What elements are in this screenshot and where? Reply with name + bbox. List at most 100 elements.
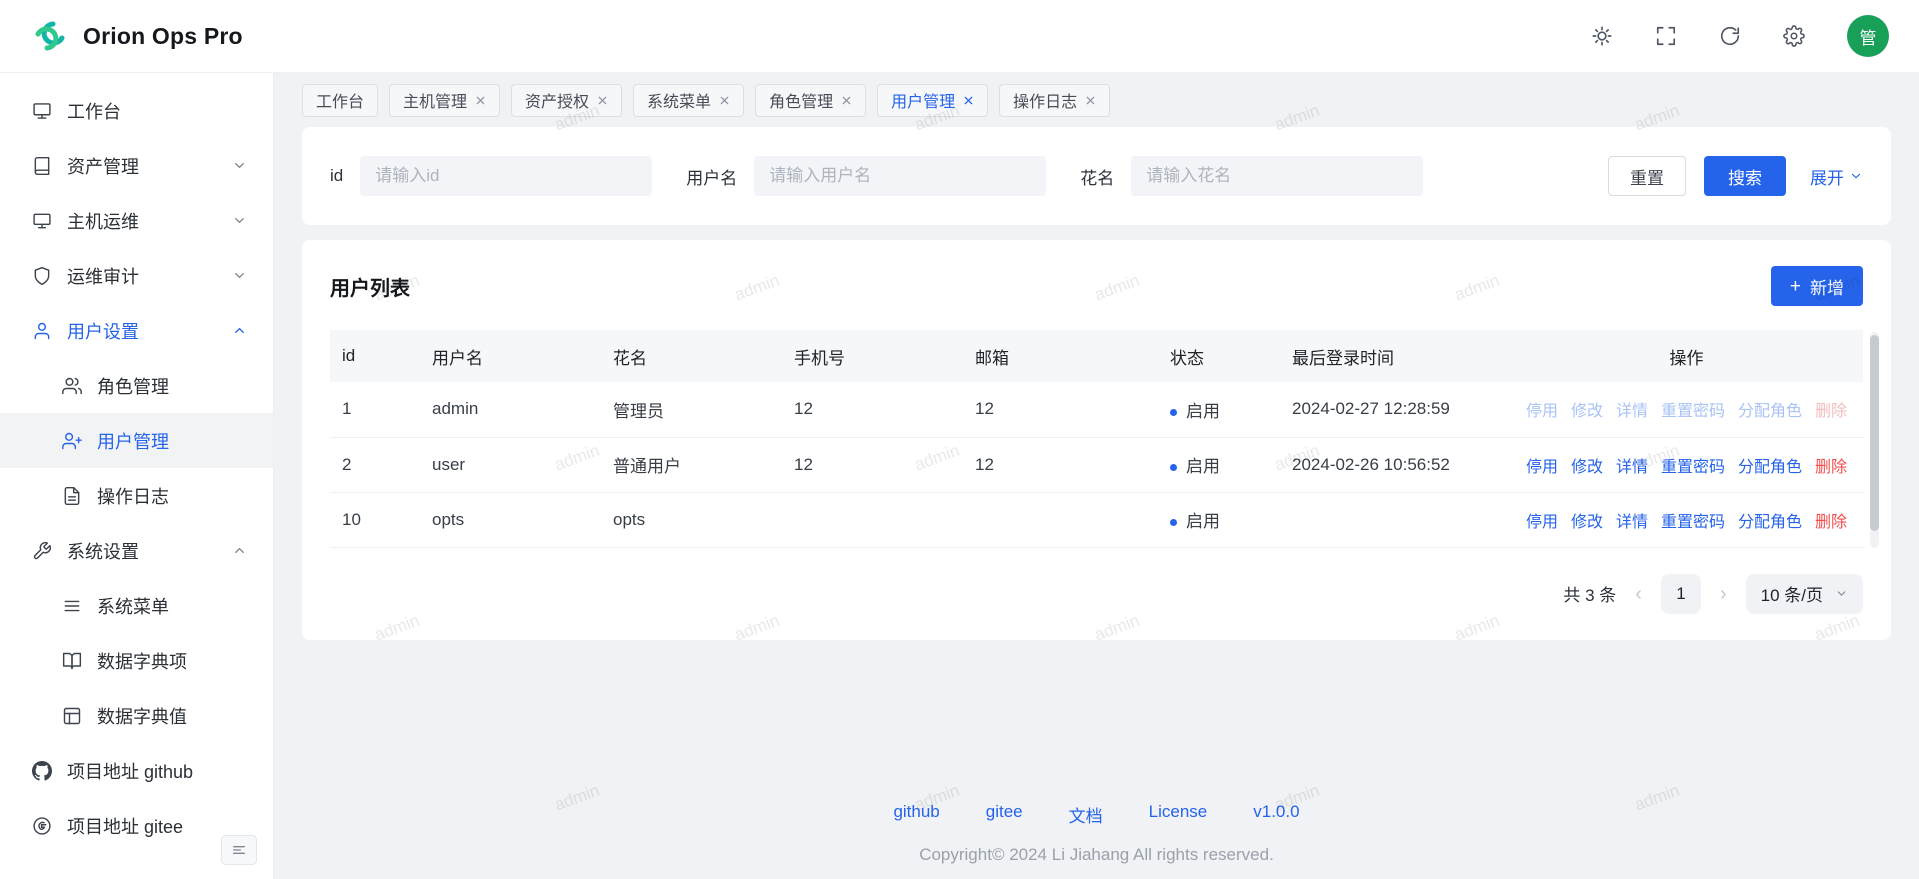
close-icon[interactable] [597, 95, 608, 106]
panel-title: 用户列表 [330, 272, 410, 301]
cell-username: opts [420, 492, 601, 547]
sidebar-item-dict-items[interactable]: 数据字典项 [0, 633, 273, 688]
edit-action[interactable]: 修改 [1571, 453, 1603, 477]
search-field-id: id [330, 156, 652, 196]
fullscreen-icon[interactable] [1655, 25, 1677, 47]
table-row: 2 user 普通用户 12 12 启用 2024-02-26 10:56:52… [330, 437, 1863, 492]
disable-action[interactable]: 停用 [1526, 508, 1558, 532]
disable-action[interactable]: 停用 [1526, 453, 1558, 477]
status-text: 启用 [1186, 402, 1220, 421]
delete-action[interactable]: 删除 [1815, 453, 1847, 477]
cell-nickname: 普通用户 [601, 437, 782, 492]
cell-status: 启用 [1158, 437, 1280, 492]
delete-action[interactable]: 删除 [1815, 508, 1847, 532]
tab-host-management[interactable]: 主机管理 [389, 84, 500, 117]
sidebar-item-system-settings[interactable]: 系统设置 [0, 523, 273, 578]
page-number[interactable]: 1 [1661, 574, 1701, 614]
sidebar-item-label: 资产管理 [67, 153, 217, 179]
refresh-icon[interactable] [1719, 25, 1741, 47]
menu-lines-icon [62, 596, 82, 616]
footer-link-version[interactable]: v1.0.0 [1253, 802, 1299, 827]
cell-username: admin [420, 382, 601, 437]
sidebar-item-role-management[interactable]: 角色管理 [0, 358, 273, 413]
detail-action[interactable]: 详情 [1616, 508, 1648, 532]
cell-status: 启用 [1158, 382, 1280, 437]
sidebar-item-user-management[interactable]: 用户管理 [0, 413, 273, 468]
column-header-email: 邮箱 [963, 330, 1158, 382]
sidebar-item-ops-audit[interactable]: 运维审计 [0, 248, 273, 303]
tab-workbench[interactable]: 工作台 [302, 84, 378, 117]
sidebar-item-host-ops[interactable]: 主机运维 [0, 193, 273, 248]
tab-operation-log[interactable]: 操作日志 [999, 84, 1110, 117]
page-size-select[interactable]: 10 条/页 [1746, 574, 1863, 614]
chevron-down-icon [232, 268, 247, 283]
disable-action[interactable]: 停用 [1526, 397, 1558, 421]
reset-password-action[interactable]: 重置密码 [1661, 508, 1725, 532]
theme-icon[interactable] [1591, 25, 1613, 47]
reset-button[interactable]: 重置 [1608, 156, 1686, 196]
sidebar-item-label: 工作台 [67, 98, 247, 124]
sidebar-item-label: 系统设置 [67, 538, 217, 564]
close-icon[interactable] [841, 95, 852, 106]
prev-page-icon[interactable]: ‹ [1635, 584, 1642, 604]
tab-label: 角色管理 [769, 88, 833, 112]
reset-password-action[interactable]: 重置密码 [1661, 453, 1725, 477]
add-user-button[interactable]: + 新增 [1771, 266, 1863, 306]
sidebar-item-user-settings[interactable]: 用户设置 [0, 303, 273, 358]
nickname-input[interactable] [1131, 156, 1423, 196]
panel-header: 用户列表 + 新增 [330, 266, 1863, 306]
cell-id: 1 [330, 382, 420, 437]
table-header-row: id 用户名 花名 手机号 邮箱 状态 最后登录时间 操作 [330, 330, 1863, 382]
close-icon[interactable] [963, 95, 974, 106]
username-input[interactable] [754, 156, 1046, 196]
user-avatar[interactable]: 管 [1847, 15, 1889, 57]
tab-role-management[interactable]: 角色管理 [755, 84, 866, 117]
close-icon[interactable] [1085, 95, 1096, 106]
delete-action[interactable]: 删除 [1815, 397, 1847, 421]
sidebar-item-workbench[interactable]: 工作台 [0, 83, 273, 138]
sidebar-item-asset-management[interactable]: 资产管理 [0, 138, 273, 193]
sidebar-item-github-link[interactable]: 项目地址 github [0, 743, 273, 798]
edit-action[interactable]: 修改 [1571, 397, 1603, 421]
footer-link-github[interactable]: github [893, 802, 939, 827]
add-button-label: 新增 [1810, 274, 1844, 299]
close-icon[interactable] [719, 95, 730, 106]
id-label: id [330, 166, 343, 186]
plus-icon: + [1790, 277, 1801, 296]
sidebar-item-system-menu[interactable]: 系统菜单 [0, 578, 273, 633]
sidebar-item-label: 项目地址 github [67, 758, 247, 784]
assign-role-action[interactable]: 分配角色 [1738, 397, 1802, 421]
id-input[interactable] [360, 156, 652, 196]
detail-action[interactable]: 详情 [1616, 397, 1648, 421]
sidebar-item-operation-log[interactable]: 操作日志 [0, 468, 273, 523]
user-table: id 用户名 花名 手机号 邮箱 状态 最后登录时间 操作 [330, 330, 1863, 548]
assign-role-action[interactable]: 分配角色 [1738, 453, 1802, 477]
edit-action[interactable]: 修改 [1571, 508, 1603, 532]
status-dot [1170, 464, 1177, 471]
sidebar-item-dict-values[interactable]: 数据字典值 [0, 688, 273, 743]
table-scrollbar-thumb[interactable] [1870, 335, 1879, 531]
expand-toggle[interactable]: 展开 [1810, 164, 1863, 189]
cell-username: user [420, 437, 601, 492]
column-header-id: id [330, 330, 420, 382]
close-icon[interactable] [475, 95, 486, 106]
footer-link-docs[interactable]: 文档 [1069, 802, 1103, 827]
detail-action[interactable]: 详情 [1616, 453, 1648, 477]
settings-gear-icon[interactable] [1783, 25, 1805, 47]
tab-user-management[interactable]: 用户管理 [877, 84, 988, 117]
tab-asset-auth[interactable]: 资产授权 [511, 84, 622, 117]
search-button[interactable]: 搜索 [1704, 156, 1786, 196]
sidebar-item-label: 系统菜单 [97, 593, 247, 619]
cell-status: 启用 [1158, 492, 1280, 547]
footer-link-gitee[interactable]: gitee [986, 802, 1023, 827]
cell-last-login: 2024-02-27 12:28:59 [1280, 382, 1510, 437]
assign-role-action[interactable]: 分配角色 [1738, 508, 1802, 532]
sidebar-item-label: 用户设置 [67, 318, 217, 344]
next-page-icon[interactable]: › [1720, 584, 1727, 604]
sidebar-collapse-button[interactable] [221, 835, 257, 865]
tab-system-menu[interactable]: 系统菜单 [633, 84, 744, 117]
footer-link-license[interactable]: License [1149, 802, 1208, 827]
reset-password-action[interactable]: 重置密码 [1661, 397, 1725, 421]
table-grid-icon [62, 706, 82, 726]
cell-email [963, 492, 1158, 547]
